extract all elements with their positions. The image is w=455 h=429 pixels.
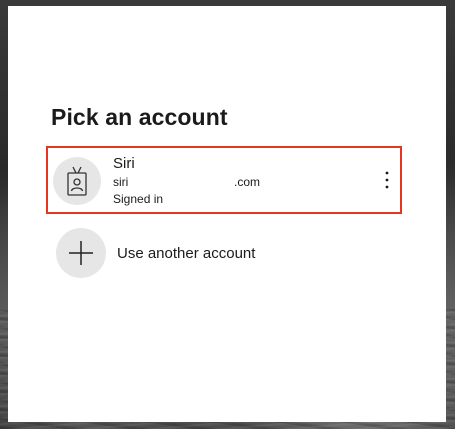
use-another-account-button[interactable]: Use another account (56, 228, 356, 278)
account-status: Signed in (113, 192, 164, 206)
account-name: Siri (113, 155, 135, 172)
account-tile-siri[interactable]: Siri siri .com Signed in (46, 146, 402, 214)
plus-icon (69, 241, 93, 265)
more-vertical-icon (385, 171, 389, 189)
use-another-account-label: Use another account (117, 245, 256, 262)
plus-circle (56, 228, 106, 278)
account-picker-dialog: Pick an account Siri siri .com Signed in (8, 6, 446, 422)
account-email-user: siri (113, 175, 129, 189)
more-options-button[interactable] (380, 166, 394, 194)
badge-id-icon (67, 166, 87, 196)
account-email-domain: .com (234, 175, 261, 189)
page-title: Pick an account (51, 104, 228, 130)
avatar (53, 157, 101, 205)
